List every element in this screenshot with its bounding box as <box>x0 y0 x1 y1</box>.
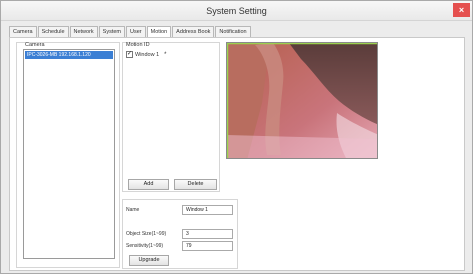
name-field[interactable]: Window 1 <box>182 205 233 215</box>
tab-user[interactable]: User <box>126 26 146 37</box>
close-button[interactable]: × <box>453 3 470 17</box>
object-size-label: Object Size(1~99) <box>126 231 167 237</box>
motion-window-label: Window 1 <box>135 51 160 58</box>
tab-network[interactable]: Network <box>69 26 98 37</box>
name-label: Name <box>126 207 140 213</box>
delete-button[interactable]: Delete <box>174 179 217 190</box>
camera-list-item[interactable]: IPC-3026-MB 192.168.1.120 <box>25 51 113 59</box>
motion-window-marker: * <box>164 51 167 58</box>
add-button[interactable]: Add <box>128 179 169 190</box>
tab-camera[interactable]: Camera <box>9 26 37 37</box>
tab-strip: Camera Schedule Network System User Moti… <box>9 26 252 38</box>
tab-system[interactable]: System <box>98 26 126 37</box>
window-title: System Setting <box>206 6 267 16</box>
upgrade-button[interactable]: Upgrade <box>129 255 169 266</box>
motion-id-label: Motion ID <box>126 42 150 48</box>
motion-window-item[interactable]: ✓ Window 1 * <box>126 51 167 58</box>
tab-address-book[interactable]: Address Book <box>172 26 215 37</box>
camera-group-label: Camera <box>25 42 45 48</box>
motion-id-group <box>122 42 220 192</box>
system-setting-window: System Setting × Camera Schedule Network… <box>0 0 473 274</box>
title-bar[interactable]: System Setting × <box>1 1 472 21</box>
close-icon: × <box>458 5 465 15</box>
tab-schedule[interactable]: Schedule <box>37 26 69 37</box>
object-size-field[interactable]: 3 <box>182 229 233 239</box>
camera-preview-video[interactable] <box>226 42 378 159</box>
sensitivity-label: Sensitivity(1~99) <box>126 243 164 249</box>
tab-notification[interactable]: Notification <box>215 26 251 37</box>
camera-list[interactable]: IPC-3026-MB 192.168.1.120 <box>23 49 115 259</box>
sensitivity-field[interactable]: 79 <box>182 241 233 251</box>
motion-window-checkbox[interactable]: ✓ <box>126 51 133 58</box>
camera-preview-image <box>227 43 377 158</box>
